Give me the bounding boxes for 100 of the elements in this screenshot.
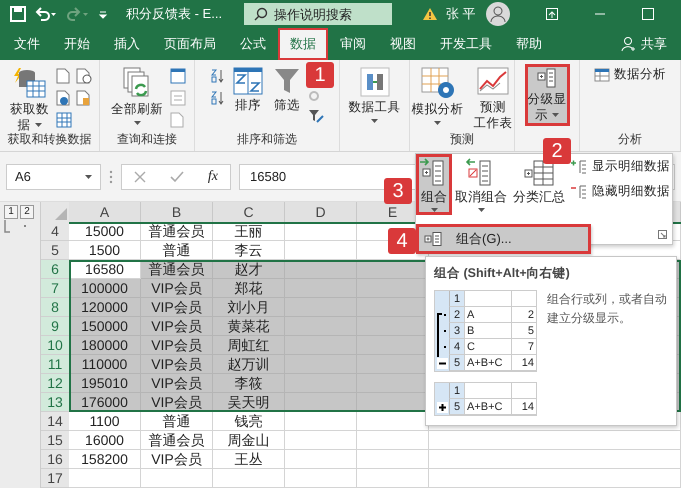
table-cell: 110000 xyxy=(69,355,141,374)
ribbon-button[interactable]: 筛选 xyxy=(270,64,304,117)
table-cell: 郑花 xyxy=(213,279,285,298)
row-header[interactable]: 13 xyxy=(41,393,69,412)
ribbon-tab[interactable]: 审阅 xyxy=(328,28,378,60)
ribbon-button[interactable]: 组合 xyxy=(416,154,452,216)
data-analysis-button[interactable]: 数据分析 xyxy=(592,64,668,85)
ribbon-button[interactable]: 数据工具 xyxy=(346,64,404,126)
step-badge: 4 xyxy=(388,228,416,254)
group-label: 获取和转换数据 xyxy=(8,131,92,148)
table-cell: 5 xyxy=(511,323,536,339)
table-cell: VIP会员 xyxy=(141,355,213,374)
ribbon-button[interactable]: 分级显 示 xyxy=(524,64,570,126)
ribbon-tab[interactable]: 页面布局 xyxy=(152,28,228,60)
row-number: 5 xyxy=(449,355,464,371)
table-cell: 李云 xyxy=(213,241,285,260)
table-cell: 7 xyxy=(511,339,536,355)
column-header[interactable]: C xyxy=(213,202,285,222)
ribbon-tab[interactable]: 开始 xyxy=(52,28,102,60)
ribbon-button[interactable]: 全部刷新 xyxy=(108,64,166,128)
row-header[interactable]: 7 xyxy=(41,279,69,298)
table-cell: 2 xyxy=(511,307,536,323)
insert-function-button[interactable]: fx xyxy=(208,168,218,184)
column-header[interactable]: B xyxy=(141,202,213,222)
row-number: 5 xyxy=(449,399,464,415)
table-cell: 195010 xyxy=(69,374,141,393)
row-number: 1 xyxy=(449,291,464,307)
table-cell: 14 xyxy=(511,355,536,371)
row-header[interactable]: 4 xyxy=(41,222,69,241)
table-cell: 钱亮 xyxy=(213,412,285,431)
table-cell: VIP会员 xyxy=(141,279,213,298)
ribbon-tab[interactable]: 数据 xyxy=(278,28,328,60)
ribbon-tab[interactable]: 插入 xyxy=(102,28,152,60)
row-number: 2 xyxy=(449,307,464,323)
ribbon-tab[interactable]: 文件 xyxy=(2,28,52,60)
ribbon-button[interactable]: 排序 xyxy=(230,64,266,117)
window-title: 积分反馈表 - E... xyxy=(126,5,222,23)
group-label: 分析 xyxy=(618,131,642,148)
ribbon-tab[interactable]: 帮助 xyxy=(504,28,554,60)
column-header[interactable]: A xyxy=(69,202,141,222)
outline-level-button[interactable]: 2 xyxy=(20,205,34,219)
row-header[interactable]: 9 xyxy=(41,317,69,336)
table-cell: 158200 xyxy=(69,450,141,469)
search-field[interactable]: 操作说明搜索 xyxy=(244,3,392,25)
menu-item[interactable]: 组合(G)... xyxy=(416,224,591,254)
row-header[interactable]: 5 xyxy=(41,241,69,260)
table-cell: VIP会员 xyxy=(141,374,213,393)
row-header[interactable]: 16 xyxy=(41,450,69,469)
table-cell: 180000 xyxy=(69,336,141,355)
table-cell: VIP会员 xyxy=(141,298,213,317)
table-cell: 王丛 xyxy=(213,450,285,469)
group-label: 查询和连接 xyxy=(117,131,177,148)
name-box[interactable]: A6 xyxy=(6,164,101,190)
row-header[interactable]: 8 xyxy=(41,298,69,317)
show-detail-button[interactable]: 显示明细数据 xyxy=(568,156,672,177)
row-header[interactable]: 14 xyxy=(41,412,69,431)
table-cell: A+B+C xyxy=(464,399,511,415)
row-number: 1 xyxy=(449,383,464,399)
step-badge: 1 xyxy=(306,62,334,88)
row-header[interactable]: 6 xyxy=(41,260,69,279)
table-cell: 赵万训 xyxy=(213,355,285,374)
ribbon-button[interactable]: 模拟分析 xyxy=(408,64,466,128)
table-cell: 1100 xyxy=(69,412,141,431)
row-number: 3 xyxy=(449,323,464,339)
table-cell: 16000 xyxy=(69,431,141,450)
table-cell: 普通会员 xyxy=(141,431,213,450)
step-badge: 2 xyxy=(543,138,571,164)
row-header[interactable]: 17 xyxy=(41,469,69,488)
table-cell: 普通 xyxy=(141,412,213,431)
table-cell: 黄菜花 xyxy=(213,317,285,336)
outline-level-button[interactable]: 1 xyxy=(4,205,18,219)
ribbon-tab[interactable]: 视图 xyxy=(378,28,428,60)
table-cell: VIP会员 xyxy=(141,450,213,469)
table-cell: VIP会员 xyxy=(141,336,213,355)
table-cell: 周虹红 xyxy=(213,336,285,355)
table-cell: 普通 xyxy=(141,241,213,260)
group-label: 排序和筛选 xyxy=(237,131,297,148)
row-header[interactable]: 12 xyxy=(41,374,69,393)
table-cell: C xyxy=(464,339,511,355)
row-header[interactable]: 15 xyxy=(41,431,69,450)
tooltip-title: 组合 (Shift+Alt+向右键) xyxy=(434,265,571,282)
table-cell: A xyxy=(464,307,511,323)
ribbon-button[interactable]: 取消组合 xyxy=(452,154,510,216)
user-name: 张 平 xyxy=(446,5,476,23)
table-cell: 14 xyxy=(511,399,536,415)
table-cell: VIP会员 xyxy=(141,317,213,336)
table-cell: 周金山 xyxy=(213,431,285,450)
row-header[interactable]: 11 xyxy=(41,355,69,374)
share-button[interactable]: 共享 xyxy=(621,28,667,60)
tooltip-description: 组合行或列，或者自动建立分级显示。 xyxy=(547,291,668,328)
step-badge: 3 xyxy=(384,178,412,204)
column-header[interactable]: D xyxy=(285,202,357,222)
row-header[interactable]: 10 xyxy=(41,336,69,355)
table-cell: 100000 xyxy=(69,279,141,298)
table-cell: 120000 xyxy=(69,298,141,317)
row-number: 4 xyxy=(449,339,464,355)
table-cell: B xyxy=(464,323,511,339)
ribbon-tab[interactable]: 开发工具 xyxy=(428,28,504,60)
ribbon-tab[interactable]: 公式 xyxy=(228,28,278,60)
hide-detail-button[interactable]: 隐藏明细数据 xyxy=(568,181,672,202)
